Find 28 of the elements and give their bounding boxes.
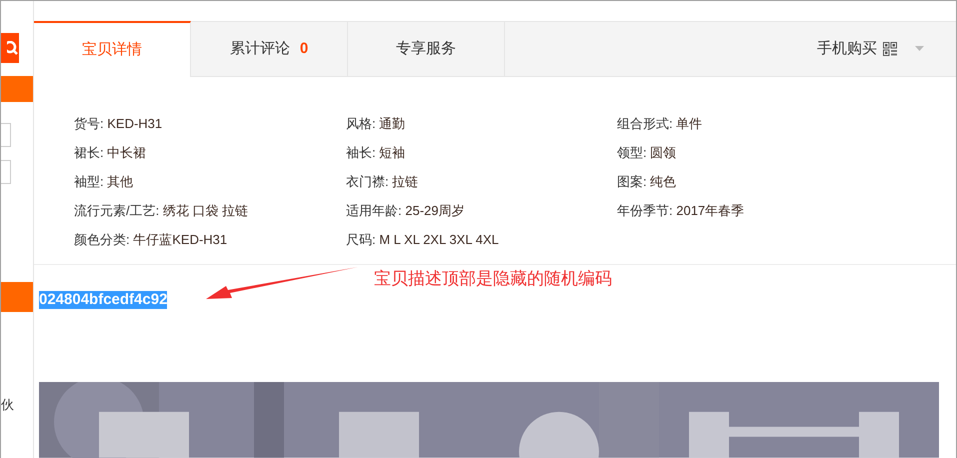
attribute-text: 领型: 圆领 [617,144,676,162]
attribute-text: 年份季节: 2017年春季 [617,202,744,220]
tab[interactable]: 累计评论 0 [191,22,348,76]
input-field[interactable] [1,160,11,184]
attribute-text: 流行元素/工艺: 绣花 口袋 拉链 [74,202,248,220]
attribute-text: 裙长: 中长裙 [74,144,146,162]
input-field[interactable] [1,123,11,147]
attribute-text: 衣门襟: 拉链 [346,172,418,191]
attribute-text: 尺码: M L XL 2XL 3XL 4XL [346,230,499,249]
category-bar [1,76,33,102]
attribute-text: 颜色分类: 牛仔蓝KED-H31 [74,230,228,249]
search-button[interactable] [1,33,19,63]
attribute-text: 袖长: 短袖 [346,144,406,162]
qr-code-icon[interactable] [883,42,897,56]
attribute-text: 图案: 纯色 [617,172,676,191]
attribute-text: 袖型: 其他 [74,172,134,191]
tab[interactable]: 专享服务 [348,22,505,76]
search-icon [7,41,19,55]
product-code-text: 024804bfcedf4c92 [39,290,168,309]
attribute-text: 适用年龄: 25-29周岁 [346,202,464,220]
caret-icon[interactable] [915,46,924,52]
sidebar-text: 伙 [1,397,15,414]
attribute-text: 风格: 通勤 [346,114,406,133]
annotation-text: 宝贝描述顶部是隐藏的随机编码 [374,268,612,290]
mobile-buy-link[interactable]: 手机购买 [817,39,877,58]
attribute-text: 货号: KED-H31 [74,114,162,133]
attribute-text: 组合形式: 单件 [617,114,702,133]
category-bar [1,282,33,312]
